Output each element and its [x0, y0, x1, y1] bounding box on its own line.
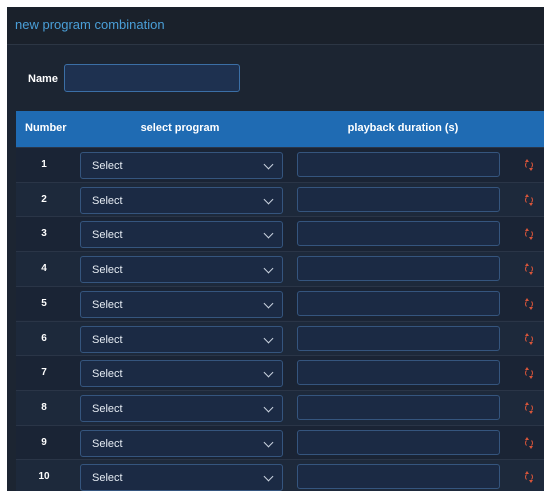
reset-icon[interactable] [525, 471, 533, 484]
table-row: 6 Select [16, 320, 544, 356]
table-row: 5 Select [16, 285, 544, 321]
table-row: 9 Select [16, 424, 544, 460]
table-row: 10 Select [16, 459, 544, 491]
program-select-value: Select [92, 333, 123, 346]
program-select[interactable]: Select [80, 325, 283, 353]
program-select-value: Select [92, 402, 123, 415]
program-select-value: Select [92, 194, 123, 207]
chevron-down-icon [263, 298, 274, 309]
row-number: 9 [41, 436, 47, 448]
dialog-panel: new program combination Name Number sele… [7, 7, 544, 491]
row-number: 4 [41, 263, 47, 275]
program-select-value: Select [92, 264, 123, 277]
chevron-down-icon [263, 159, 274, 170]
name-label: Name [28, 73, 58, 85]
reset-icon[interactable] [525, 332, 533, 345]
table-row: 7 Select [16, 355, 544, 390]
chevron-down-icon [263, 367, 274, 378]
header-number: Number [25, 122, 67, 134]
playback-duration-input[interactable] [297, 290, 500, 316]
program-select-value: Select [92, 298, 123, 311]
chevron-down-icon [263, 471, 274, 482]
playback-duration-input[interactable] [297, 394, 500, 420]
program-select[interactable]: Select [80, 256, 283, 284]
row-number: 1 [41, 159, 47, 170]
program-select[interactable]: Select [80, 152, 283, 179]
program-select-value: Select [92, 160, 123, 172]
program-select[interactable]: Select [80, 186, 283, 214]
program-select-value: Select [92, 472, 123, 485]
table-header: Number select program playback duration … [16, 111, 544, 147]
reset-icon[interactable] [525, 263, 533, 276]
program-select[interactable]: Select [80, 464, 283, 491]
row-number: 7 [41, 367, 47, 379]
reset-icon[interactable] [525, 436, 533, 449]
program-select-value: Select [92, 437, 123, 450]
header-select-program: select program [140, 122, 220, 134]
playback-duration-input[interactable] [297, 360, 500, 386]
reset-icon[interactable] [525, 367, 533, 380]
row-number: 3 [41, 228, 47, 240]
program-select[interactable]: Select [80, 394, 283, 422]
dialog-title: new program combination [15, 17, 165, 32]
program-select[interactable]: Select [80, 360, 283, 388]
header-playback-duration: playback duration (s) [347, 122, 459, 134]
program-select-value: Select [92, 368, 123, 381]
reset-icon[interactable] [525, 297, 533, 310]
reset-icon[interactable] [525, 193, 533, 206]
name-input[interactable] [64, 64, 240, 92]
program-select[interactable]: Select [80, 290, 283, 318]
table-row: 8 Select [16, 389, 544, 425]
program-select-value: Select [92, 229, 123, 242]
program-table: Number select program playback duration … [16, 111, 544, 491]
reset-icon[interactable] [525, 159, 533, 171]
row-number: 2 [41, 193, 47, 205]
title-bar: new program combination [7, 7, 544, 45]
table-row: 1 Select [16, 147, 544, 182]
row-number: 8 [41, 401, 47, 413]
playback-duration-input[interactable] [297, 221, 500, 247]
row-number: 5 [41, 297, 47, 309]
table-row: 2 Select [16, 181, 544, 217]
table-row: 3 Select [16, 216, 544, 252]
program-select[interactable]: Select [80, 429, 283, 457]
playback-duration-input[interactable] [297, 256, 500, 282]
chevron-down-icon [263, 194, 274, 205]
program-select[interactable]: Select [80, 221, 283, 249]
playback-duration-input[interactable] [297, 152, 500, 177]
playback-duration-input[interactable] [297, 429, 500, 455]
reset-icon[interactable] [525, 228, 533, 241]
playback-duration-input[interactable] [297, 186, 500, 212]
row-number: 10 [38, 471, 50, 483]
playback-duration-input[interactable] [297, 325, 500, 351]
chevron-down-icon [263, 263, 274, 274]
chevron-down-icon [263, 228, 274, 239]
table-row: 4 Select [16, 251, 544, 286]
playback-duration-input[interactable] [297, 464, 500, 490]
row-number: 6 [41, 332, 47, 344]
chevron-down-icon [263, 333, 274, 343]
reset-icon[interactable] [525, 401, 533, 414]
chevron-down-icon [263, 402, 274, 413]
chevron-down-icon [263, 437, 274, 448]
